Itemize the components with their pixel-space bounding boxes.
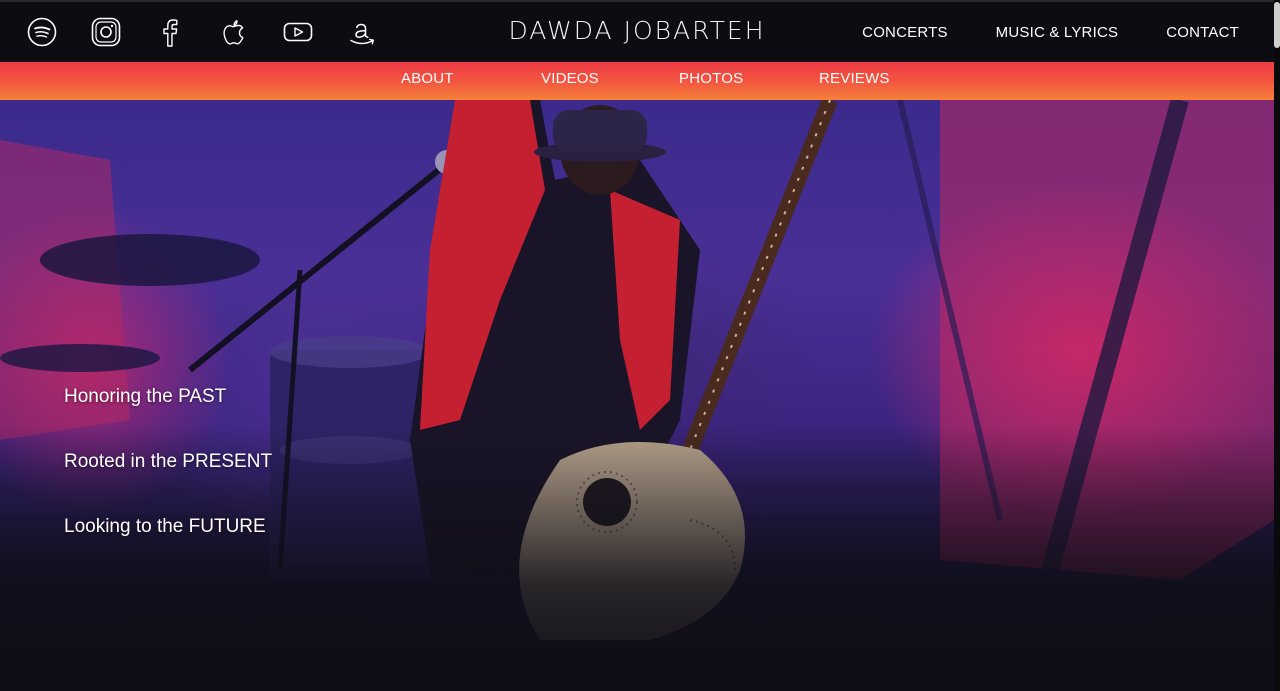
sub-nav: ABOUT VIDEOS PHOTOS REVIEWS bbox=[401, 70, 890, 87]
spotify-icon[interactable] bbox=[26, 16, 58, 48]
instagram-icon[interactable] bbox=[90, 16, 122, 48]
social-links bbox=[26, 16, 378, 48]
subnav-videos[interactable]: VIDEOS bbox=[541, 70, 679, 87]
amazon-icon[interactable] bbox=[346, 16, 378, 48]
tagline-past: Honoring the PAST bbox=[64, 386, 227, 407]
subnav-about[interactable]: ABOUT bbox=[401, 70, 541, 87]
site-logo[interactable]: DAWDA JOBARTEH bbox=[487, 16, 787, 45]
nav-contact[interactable]: CONTACT bbox=[1166, 24, 1239, 41]
sub-nav-bar: ABOUT VIDEOS PHOTOS REVIEWS bbox=[0, 62, 1274, 100]
scrollbar[interactable] bbox=[1274, 0, 1280, 691]
hero-taglines: Honoring the PAST Rooted in the PRESENT … bbox=[64, 386, 272, 581]
main-nav: CONCERTS MUSIC & LYRICS CONTACT bbox=[862, 24, 1239, 41]
apple-icon[interactable] bbox=[218, 16, 250, 48]
facebook-icon[interactable] bbox=[154, 16, 186, 48]
nav-music-lyrics[interactable]: MUSIC & LYRICS bbox=[996, 24, 1119, 41]
nav-concerts[interactable]: CONCERTS bbox=[862, 24, 948, 41]
tagline-present: Rooted in the PRESENT bbox=[64, 451, 273, 472]
tagline-future: Looking to the FUTURE bbox=[64, 516, 266, 537]
hero-banner: Honoring the PAST Rooted in the PRESENT … bbox=[0, 100, 1274, 691]
youtube-icon[interactable] bbox=[282, 16, 314, 48]
top-header: DAWDA JOBARTEH CONCERTS MUSIC & LYRICS C… bbox=[0, 0, 1274, 62]
subnav-reviews[interactable]: REVIEWS bbox=[819, 70, 890, 87]
subnav-photos[interactable]: PHOTOS bbox=[679, 70, 819, 87]
scrollbar-thumb[interactable] bbox=[1274, 2, 1280, 48]
